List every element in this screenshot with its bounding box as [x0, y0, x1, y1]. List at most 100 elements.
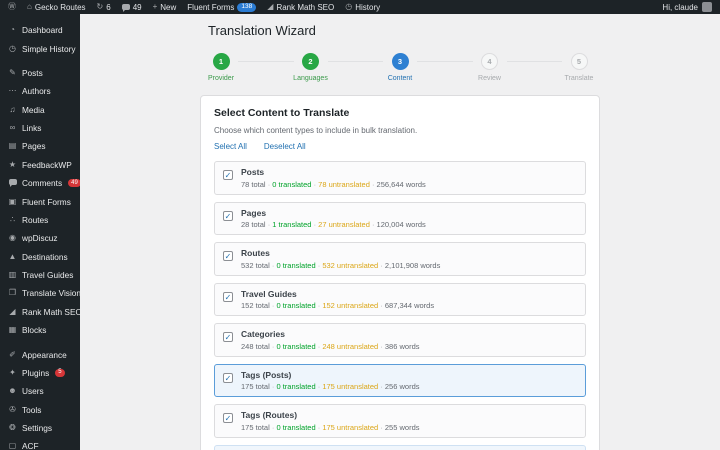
- adminbar-history[interactable]: ◷ History: [345, 3, 380, 12]
- adminbar-updates[interactable]: ↻ 6: [97, 3, 111, 12]
- content-type-row-posts[interactable]: ✓ Posts 78 total · 0 translated · 78 unt…: [214, 161, 586, 195]
- step-number: 2: [302, 53, 319, 70]
- sidebar-item-destinations[interactable]: ▲ Destinations: [0, 248, 80, 266]
- content-type-name: Tags (Posts): [241, 369, 292, 380]
- sidebar-item-plugins[interactable]: ✦ Plugins 5: [0, 364, 80, 382]
- select-all-link[interactable]: Select All: [214, 142, 247, 151]
- main-content: Translation Wizard 1 Provider 2 Language…: [80, 14, 720, 450]
- stat-total: 78 total: [241, 179, 266, 189]
- pushpin-icon: ✎: [9, 67, 16, 77]
- content-type-name: Travel Guides: [241, 288, 297, 299]
- stat-total: 152 total: [241, 301, 270, 310]
- stat-translated: 0 translated: [276, 422, 316, 432]
- book-icon: ▥: [8, 270, 17, 280]
- content-type-row-tags-routes[interactable]: ✓ Tags (Routes) 175 total · 0 translated…: [214, 404, 586, 438]
- step-connector: [327, 61, 383, 62]
- content-type-checkbox[interactable]: ✓: [223, 251, 233, 261]
- step-connector: [506, 61, 562, 62]
- step-label: Review: [478, 75, 501, 82]
- content-type-name: Pages: [241, 207, 267, 218]
- sidebar-item-media[interactable]: ♫ Media: [0, 101, 80, 119]
- sidebar-item-acf[interactable]: ▢ ACF: [0, 437, 80, 450]
- stat-words: 256 words: [384, 382, 420, 391]
- content-type-checkbox[interactable]: ✓: [223, 413, 233, 423]
- admin-sidebar: ◔ Dashboard ◷ Simple History ✎ Posts ⋯ A…: [0, 14, 80, 450]
- deselect-all-link[interactable]: Deselect All: [264, 142, 306, 151]
- sidebar-item-blocks[interactable]: ▦ Blocks: [0, 321, 80, 339]
- adminbar-new-content[interactable]: + New: [153, 3, 177, 12]
- adminbar-fluent-forms[interactable]: Fluent Forms 138: [187, 2, 257, 12]
- comment-bubble-icon: [8, 179, 17, 188]
- stat-total: 175 total: [241, 422, 270, 432]
- sidebar-item-travel-guides[interactable]: ▥ Travel Guides: [0, 266, 80, 284]
- content-type-row-categories[interactable]: ✓ Categories 248 total · 0 translated · …: [214, 323, 586, 357]
- wizard-step-content: 3 Content: [383, 53, 417, 82]
- wizard-step-translate: 5 Translate: [562, 53, 596, 82]
- sidebar-item-feedbackwp[interactable]: ★ FeedbackWP: [0, 156, 80, 174]
- stat-total: 532 total: [241, 260, 270, 270]
- stat-untranslated: 27 untranslated: [318, 220, 370, 229]
- admin-bar-items: Ⓦ ⌂ Gecko Routes ↻ 6 49 + New Fluent For…: [8, 2, 380, 12]
- brush-icon: ✐: [9, 349, 16, 359]
- form-icon: ▣: [8, 196, 17, 206]
- sidebar-item-wpdiscuz[interactable]: ◉ wpDiscuz: [0, 229, 80, 247]
- content-type-checkbox[interactable]: ✓: [223, 332, 233, 342]
- sidebar-item-simple-history[interactable]: ◷ Simple History: [0, 39, 80, 57]
- sidebar-item-rank-math-seo[interactable]: ◢ Rank Math SEO: [0, 303, 80, 321]
- sidebar-item-settings[interactable]: ❂ Settings: [0, 419, 80, 437]
- step-connector: [238, 61, 294, 62]
- content-type-row-routes[interactable]: ✓ Routes 532 total · 0 translated · 532 …: [214, 242, 586, 276]
- sidebar-item-tools[interactable]: ✇ Tools: [0, 401, 80, 419]
- content-type-stats: 532 total · 0 translated · 532 untransla…: [241, 260, 441, 270]
- sidebar-item-posts[interactable]: ✎ Posts: [0, 64, 80, 82]
- count-badge: 5: [55, 368, 65, 377]
- plugin-icon: ✦: [9, 367, 16, 377]
- stat-total: 175 total: [241, 382, 270, 391]
- slug-option-row[interactable]: ✓ Also translate URL slugs (posts, categ…: [214, 444, 586, 450]
- adminbar-comments[interactable]: 49: [121, 3, 142, 12]
- sidebar-item-fluent-forms[interactable]: ▣ Fluent Forms: [0, 192, 80, 210]
- adminbar-site-home[interactable]: ⌂ Gecko Routes: [27, 3, 86, 12]
- sidebar-item-appearance[interactable]: ✐ Appearance: [0, 345, 80, 363]
- content-type-checkbox[interactable]: ✓: [223, 372, 233, 383]
- step-label: Languages: [293, 75, 328, 82]
- content-type-name: Routes: [241, 248, 270, 258]
- settings-icon: ❂: [9, 423, 16, 433]
- content-type-row-pages[interactable]: ✓ Pages 28 total · 1 translated · 27 unt…: [214, 201, 586, 235]
- sidebar-item-pages[interactable]: ▤ Pages: [0, 137, 80, 155]
- content-type-checkbox[interactable]: ✓: [223, 210, 233, 221]
- sidebar-item-links[interactable]: ∞ Links: [0, 119, 80, 137]
- stat-untranslated: 175 untranslated: [322, 422, 379, 432]
- content-type-name: Tags (Routes): [241, 410, 298, 420]
- stat-untranslated: 152 untranslated: [322, 301, 379, 310]
- stat-words: 255 words: [384, 422, 420, 432]
- content-selection-card: Select Content to Translate Choose which…: [200, 95, 600, 450]
- adminbar-wp-logo[interactable]: Ⓦ: [8, 3, 16, 11]
- step-label: Provider: [207, 75, 235, 82]
- wizard-step-review: 4 Review: [473, 53, 507, 82]
- chart-icon: ◢: [9, 306, 16, 316]
- stat-words: 386 words: [384, 341, 420, 351]
- content-type-checkbox[interactable]: ✓: [223, 291, 233, 302]
- content-type-row-travel-guides[interactable]: ✓ Travel Guides 152 total · 0 translated…: [214, 282, 586, 316]
- step-connector: [417, 61, 473, 62]
- card-title: Select Content to Translate: [214, 107, 350, 119]
- sidebar-item-translate-vision[interactable]: ❐ Translate Vision: [0, 284, 80, 302]
- comment-bubble-icon: [121, 4, 130, 12]
- step-number: 1: [212, 53, 230, 70]
- adminbar-rank-math[interactable]: ◢ Rank Math SEO: [267, 3, 334, 12]
- admin-bar-account[interactable]: Hi, claude: [662, 2, 712, 12]
- content-type-stats: 175 total · 0 translated · 175 untransla…: [241, 422, 420, 432]
- sidebar-item-authors[interactable]: ⋯ Authors: [0, 82, 80, 100]
- content-type-checkbox[interactable]: ✓: [223, 170, 233, 180]
- content-type-stats: 175 total · 0 translated · 175 untransla…: [241, 382, 420, 391]
- step-number: 4: [481, 53, 498, 70]
- content-type-row-tags-posts[interactable]: ✓ Tags (Posts) 175 total · 0 translated …: [214, 363, 586, 397]
- rank-math-icon: ◢: [267, 2, 274, 11]
- sidebar-item-routes[interactable]: ∴ Routes: [0, 211, 80, 229]
- sidebar-item-users[interactable]: ☻ Users: [0, 382, 80, 400]
- blocks-icon: ▦: [8, 325, 17, 335]
- feedback-icon: ★: [8, 159, 17, 169]
- sidebar-item-comments[interactable]: Comments 49: [0, 174, 80, 192]
- sidebar-item-dashboard[interactable]: ◔ Dashboard: [0, 21, 80, 39]
